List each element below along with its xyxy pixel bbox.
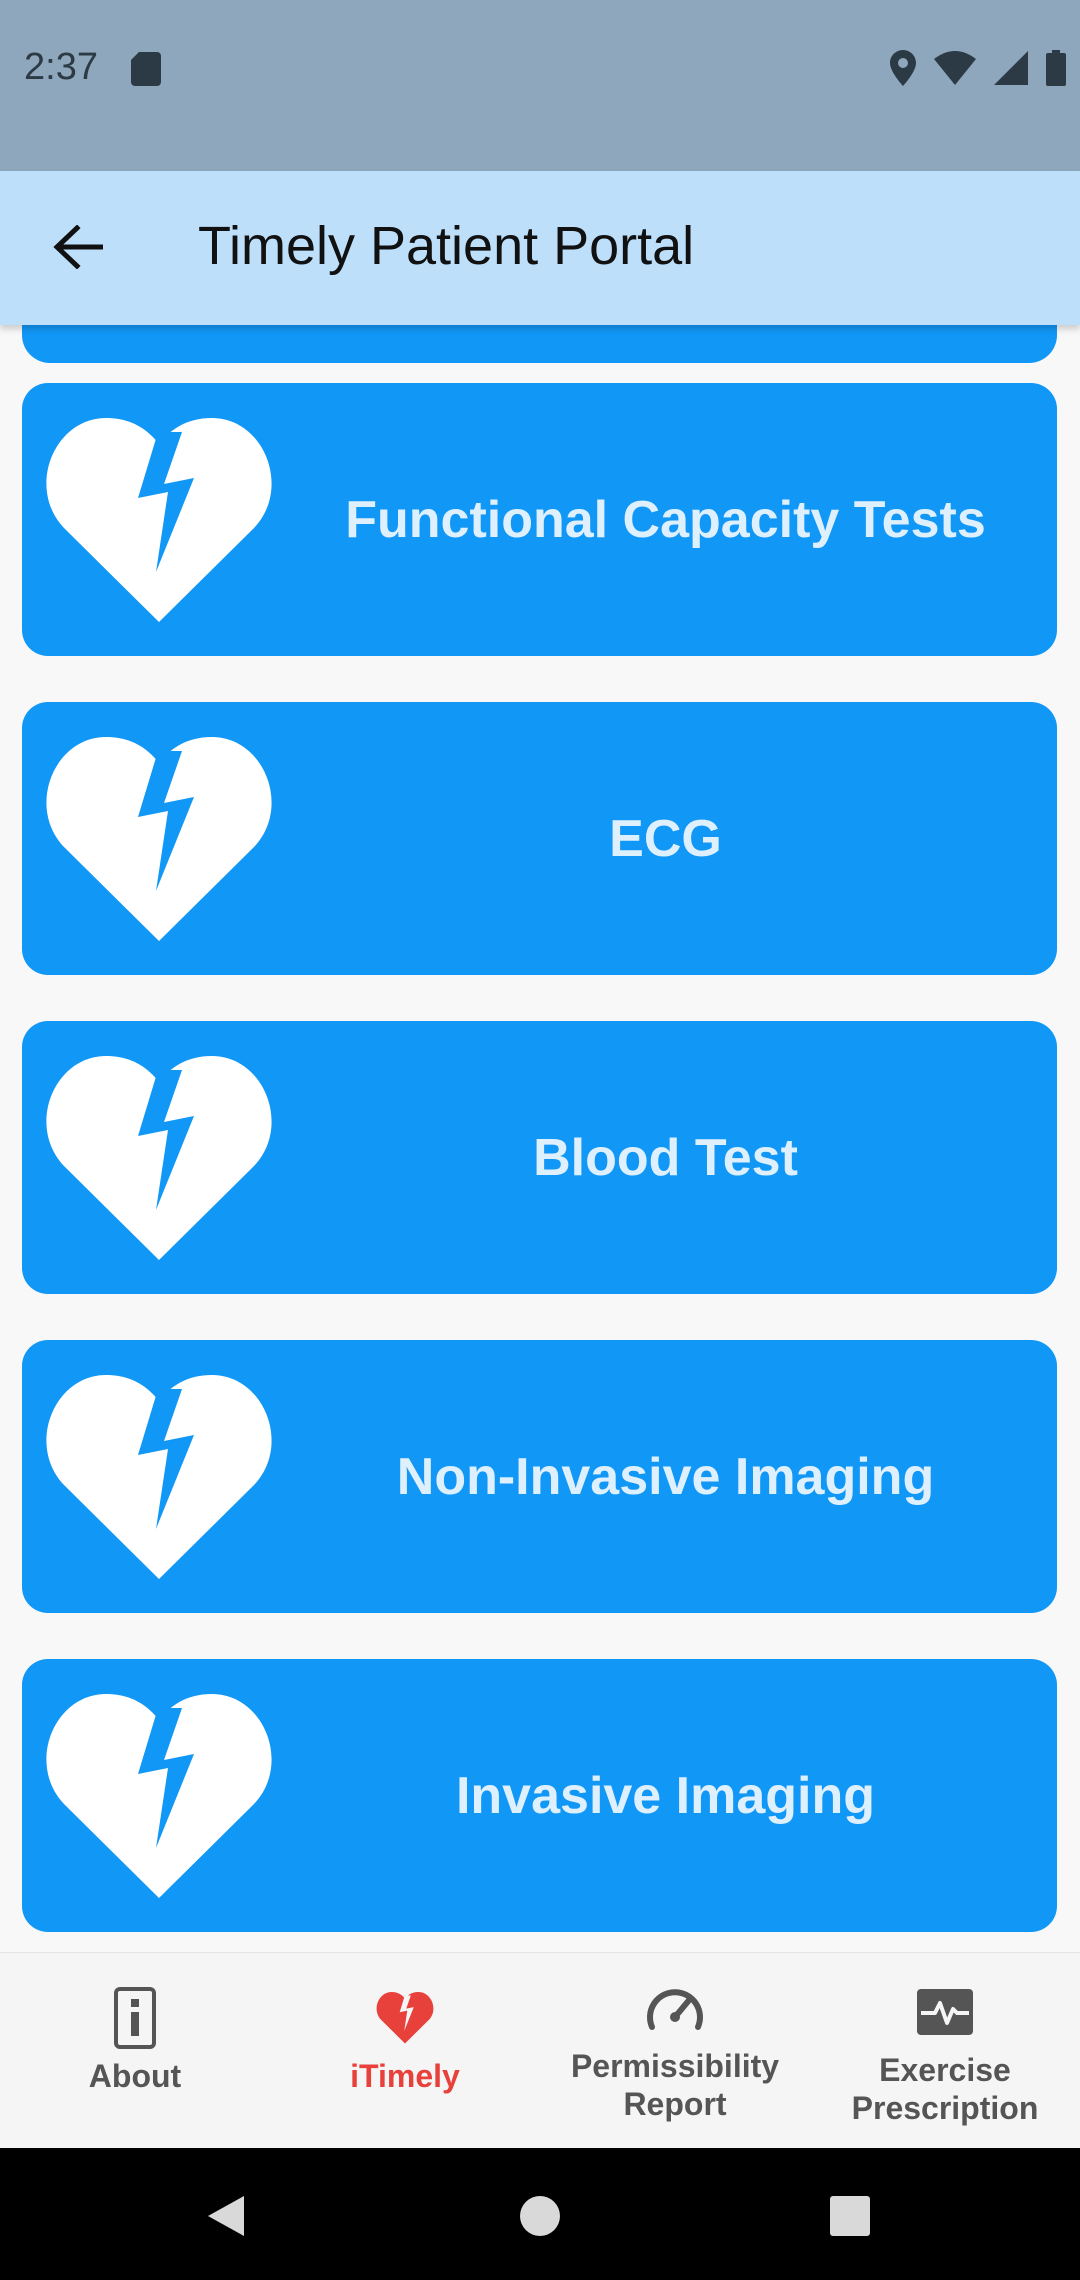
nav-label: About [88,2058,182,2094]
nav-item-permissibility-report[interactable]: Permissibility Report [540,1953,810,2149]
battery-icon [1046,50,1066,86]
recents-square-icon [830,2196,870,2236]
nav-item-itimely[interactable]: iTimely [270,1953,540,2149]
wifi-icon [934,51,976,85]
location-icon [890,50,916,86]
page-title: Timely Patient Portal [198,216,695,276]
arrow-left-icon [53,225,103,269]
functional-capacity-tests-card[interactable]: Functional Capacity Tests [22,383,1057,656]
bottom-navigation: About iTimely Permissibility Report Exer… [0,1952,1080,2149]
nav-label: Exercise Prescription [851,2052,1039,2126]
card-label: Non-Invasive Imaging [396,1447,935,1506]
non-invasive-imaging-card[interactable]: Non-Invasive Imaging [22,1340,1057,1613]
broken-heart-icon [376,1992,434,2044]
nav-item-about[interactable]: About [0,1953,270,2149]
status-time: 2:37 [24,46,98,88]
info-icon [114,1987,156,2049]
menu-list[interactable]: Functional Capacity Tests ECG Blood Test… [0,325,1080,1952]
back-triangle-icon [208,2196,244,2236]
card-label: Blood Test [533,1128,798,1187]
invasive-imaging-card[interactable]: Invasive Imaging [22,1659,1057,1932]
broken-heart-icon [46,1694,272,1898]
nav-item-exercise-prescription[interactable]: Exercise Prescription [810,1953,1080,2149]
status-icons [890,48,1066,88]
broken-heart-icon [46,737,272,941]
card-label: Functional Capacity Tests [345,490,986,549]
broken-heart-icon [46,418,272,622]
menu-card-partial[interactable] [22,325,1057,363]
home-circle-icon [520,2196,560,2236]
ecg-card[interactable]: ECG [22,702,1057,975]
app-bar: Timely Patient Portal [0,171,1080,325]
signal-icon [994,51,1028,85]
status-bar: 2:37 [0,0,1080,171]
card-label: ECG [609,809,722,868]
sd-card-icon [131,52,161,86]
blood-test-card[interactable]: Blood Test [22,1021,1057,1294]
system-navigation-bar [0,2148,1080,2280]
system-home-button[interactable] [500,2176,580,2256]
broken-heart-icon [46,1056,272,1260]
nav-label: iTimely [350,2058,460,2094]
heartbeat-monitor-icon [917,1989,973,2035]
system-recents-button[interactable] [810,2176,890,2256]
system-back-button[interactable] [186,2176,266,2256]
card-label: Invasive Imaging [455,1766,876,1825]
back-button[interactable] [40,209,116,285]
nav-label: Permissibility Report [570,2048,780,2122]
speedometer-icon [647,1989,703,2030]
broken-heart-icon [46,1375,272,1579]
